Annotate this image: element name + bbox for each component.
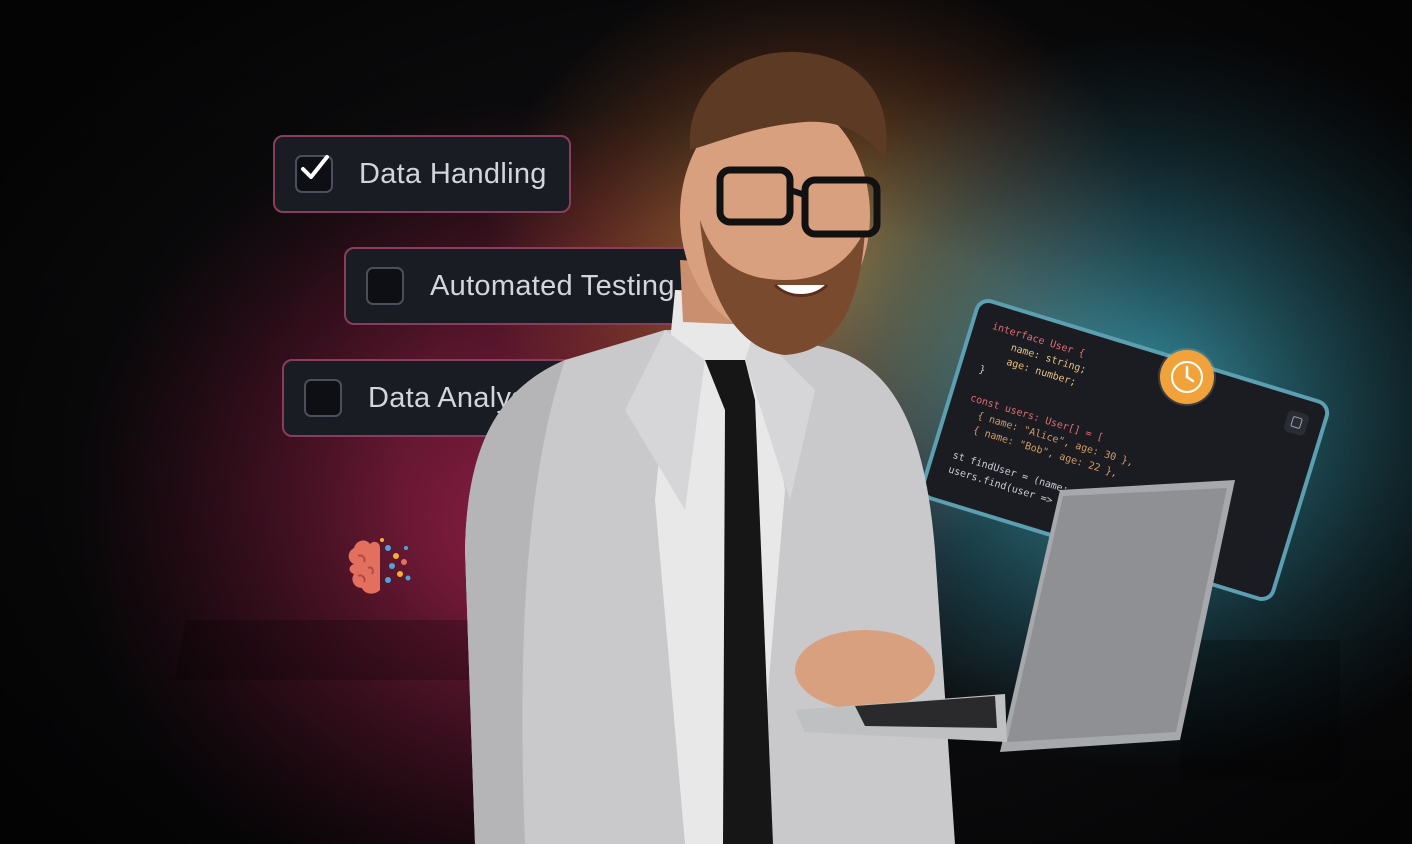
- copy-icon[interactable]: [1282, 409, 1311, 437]
- clock-hands: [1185, 365, 1195, 383]
- checkbox-checked[interactable]: [295, 155, 333, 193]
- check-icon: [301, 155, 329, 179]
- checkbox-unchecked[interactable]: [304, 379, 342, 417]
- laptop-image: [795, 480, 1235, 752]
- brain-icon: [348, 538, 411, 594]
- hero-banner: interface User { name: string; age: numb…: [0, 0, 1412, 844]
- clock-icon: [1160, 350, 1214, 404]
- checkbox-unchecked[interactable]: [366, 267, 404, 305]
